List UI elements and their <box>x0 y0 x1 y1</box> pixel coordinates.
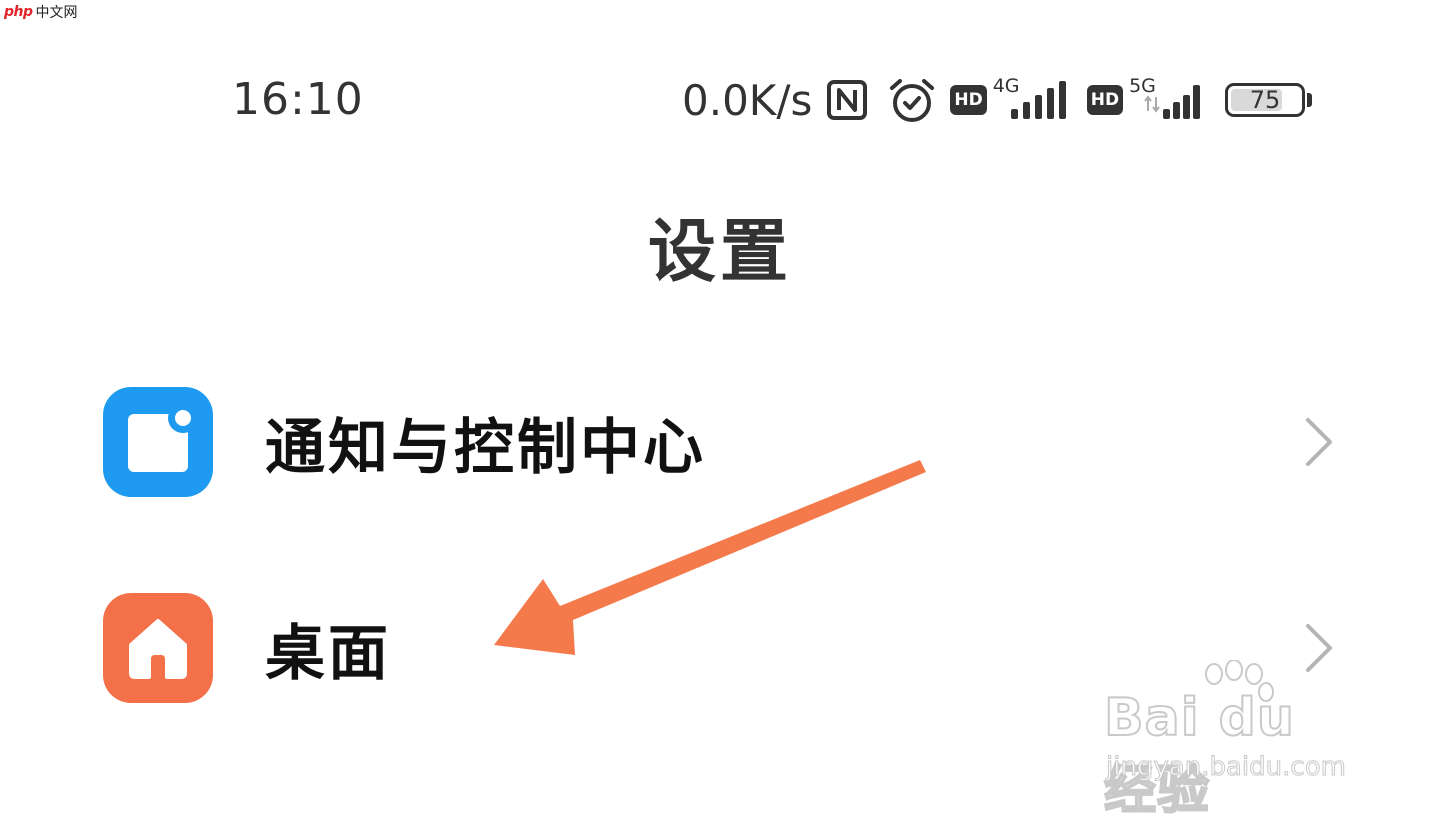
settings-item-label: 桌面 <box>265 618 391 689</box>
settings-item-notifications[interactable]: 通知与控制中心 <box>0 377 1440 507</box>
status-time: 16:10 <box>232 74 364 125</box>
signal-5g-icon: 5G <box>1129 75 1205 125</box>
php-logo: php <box>4 4 33 20</box>
php-site-text: 中文网 <box>35 5 78 21</box>
battery-icon: 75 <box>1225 83 1306 117</box>
nfc-icon <box>827 80 868 120</box>
page-title: 设置 <box>647 213 792 292</box>
php-watermark: php 中文网 <box>4 2 78 22</box>
notification-icon <box>103 387 213 497</box>
net-speed: 0.0K/s <box>682 75 813 125</box>
settings-item-label: 通知与控制中心 <box>265 412 706 483</box>
home-icon <box>103 593 213 703</box>
hd-badge-1: HD <box>950 85 987 115</box>
battery-cap <box>1307 93 1313 107</box>
status-icons: 0.0K/s HD 4G HD 5G 75 <box>682 72 1313 128</box>
hd-badge-2: HD <box>1086 85 1124 115</box>
signal-bars-icon <box>1144 85 1201 119</box>
settings-screen: php 中文网 16:10 0.0K/s HD 4G HD 5G 75 设置 通… <box>0 0 1440 815</box>
baidu-watermark: Bai du 经验 jingyan.baidu.com <box>1103 660 1366 815</box>
chevron-right-icon <box>1306 418 1332 466</box>
battery-level: 75 <box>1249 86 1281 114</box>
alarm-icon <box>890 79 935 122</box>
signal-4g-icon: 4G <box>993 75 1069 125</box>
baidu-url: jingyan.baidu.com <box>1106 752 1347 783</box>
signal-bars-icon <box>1010 81 1066 119</box>
